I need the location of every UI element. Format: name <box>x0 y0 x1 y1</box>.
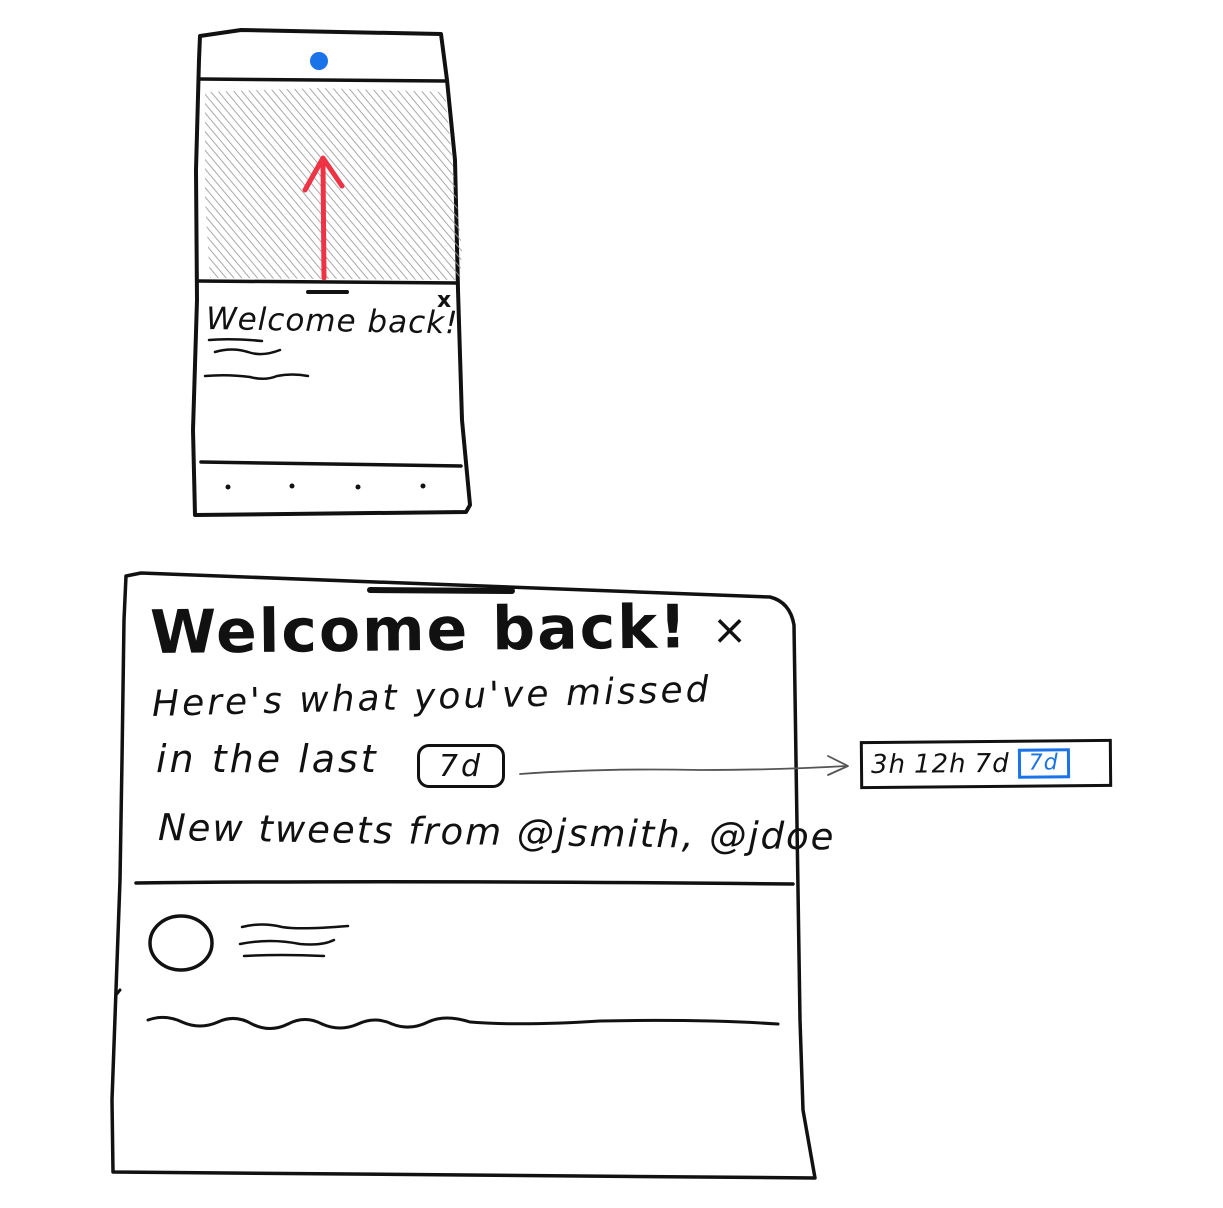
phone-notification-title: Welcome back! <box>205 301 459 342</box>
phone-nav-dot <box>225 484 231 490</box>
range-connector-arrow-icon <box>519 755 849 776</box>
time-range-picker: 3h 12h 7d 7d <box>859 738 1113 790</box>
time-range-label: in the last <box>156 737 379 781</box>
phone-close-icon[interactable]: x <box>437 288 452 313</box>
list-item-text-squiggle <box>242 953 326 958</box>
phone-camera-dot <box>310 52 328 70</box>
phone-mockup <box>191 28 472 517</box>
panel-divider <box>134 879 795 886</box>
phone-top-bar-divider <box>198 77 448 83</box>
phone-bottom-nav-divider <box>199 460 463 468</box>
range-option-12h[interactable]: 12h <box>914 749 967 779</box>
list-item-text-squiggle <box>240 923 350 930</box>
panel-title: Welcome back! <box>149 592 689 668</box>
sketch-canvas: Welcome back! x Welcome back! × Here's w… <box>0 0 1223 1208</box>
close-icon[interactable]: × <box>712 605 748 654</box>
phone-text-squiggle <box>207 337 264 343</box>
phone-nav-dot <box>355 484 361 490</box>
phone-text-squiggle <box>203 373 310 380</box>
range-option-selected[interactable]: 7d <box>1017 748 1070 779</box>
panel-grabber <box>367 587 515 594</box>
phone-nav-dot <box>420 483 426 489</box>
avatar <box>148 914 214 972</box>
phone-nav-dot <box>289 483 295 489</box>
time-range-dropdown[interactable]: 7d <box>417 744 505 788</box>
list-item-text-squiggle <box>238 938 336 946</box>
range-option-7d[interactable]: 7d <box>974 749 1009 779</box>
range-option-3h[interactable]: 3h <box>871 750 906 780</box>
list-wavy-separator <box>146 1015 780 1030</box>
phone-sheet-top-line <box>196 279 460 285</box>
phone-image-placeholder <box>205 88 462 280</box>
phone-text-squiggle <box>213 348 282 356</box>
